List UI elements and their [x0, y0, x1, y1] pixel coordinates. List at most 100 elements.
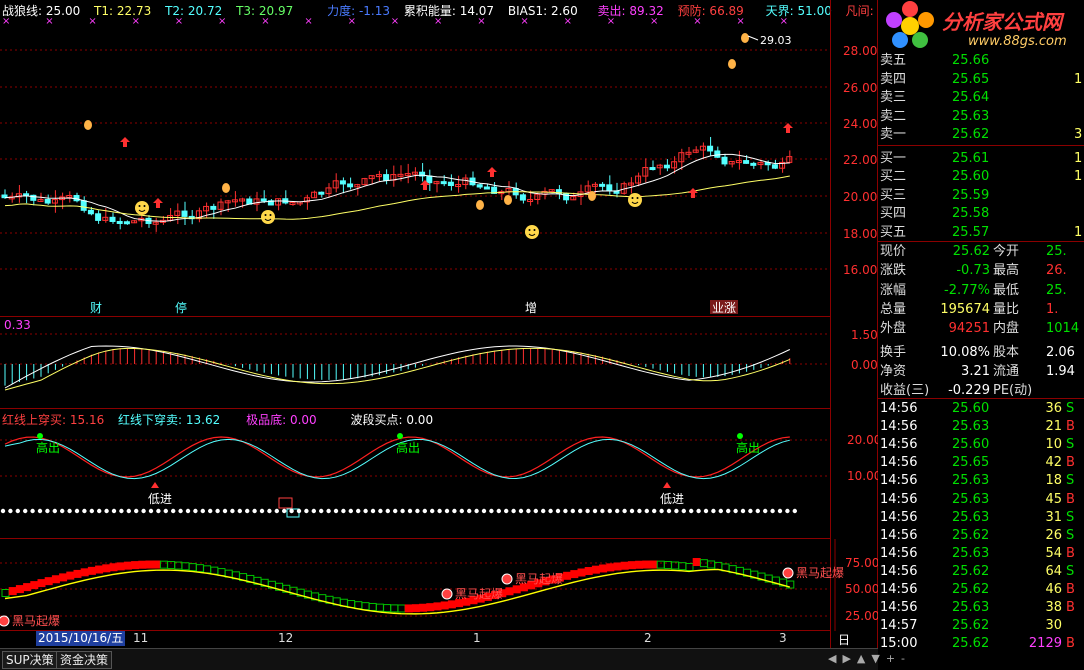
quote-divider [878, 241, 1084, 242]
bottom-box [278, 497, 293, 509]
tick-side: B [1066, 491, 1075, 507]
month-11: 11 [133, 631, 149, 645]
hand-icon [588, 191, 596, 201]
top-marker-icon: × [132, 16, 140, 27]
low-label: 低进 [148, 492, 172, 506]
momo-block [678, 562, 687, 571]
candle [663, 164, 670, 169]
buy-arrow-icon [783, 123, 793, 133]
candle [440, 181, 447, 185]
order-label: 卖三 [880, 90, 907, 105]
baseline-dot [452, 508, 457, 514]
hand-icon [728, 59, 736, 69]
order-book-row[interactable]: 卖二 25.63 [878, 108, 1084, 126]
baseline-dot [311, 508, 316, 514]
tab-funds[interactable]: 资金决策 [56, 651, 113, 669]
baseline-dot [711, 508, 716, 514]
top-marker-icon: × [434, 16, 442, 27]
tick-volume: 26 [1045, 527, 1062, 543]
low-arrow-icon [663, 482, 671, 488]
baseline-dot [422, 508, 427, 514]
tick-time: 14:56 [880, 437, 918, 453]
momo-block [181, 562, 190, 571]
order-volume: 1 [1074, 224, 1083, 240]
smiley-icon [525, 225, 539, 239]
momo-block [656, 560, 665, 569]
tick-time: 14:56 [880, 473, 918, 489]
baseline-dot [629, 508, 635, 514]
baseline-dot [319, 508, 324, 514]
macd-axis-label: 1.50 [851, 328, 878, 342]
macd-panel[interactable]: 1.50 0.00 [0, 317, 878, 409]
tick-volume: 54 [1045, 545, 1062, 561]
candle [383, 174, 390, 181]
event-mark-label: 财 [90, 301, 102, 315]
top-marker-icon: × [607, 16, 615, 27]
baseline-dot [726, 508, 731, 514]
tick-time: 14:56 [880, 527, 918, 543]
quote-value: 25.62 [952, 244, 990, 259]
buy-arrow-icon [120, 137, 130, 147]
event-mark[interactable]: 业涨 [710, 300, 738, 315]
peak-pointer [747, 35, 759, 41]
high-dot-icon [737, 433, 743, 439]
baseline-dot [348, 508, 353, 514]
high-dot-icon [37, 433, 43, 439]
tick-row: 14:56 25.63 21 B [878, 418, 1084, 436]
baseline-dot [689, 508, 694, 514]
baseline-dot [97, 508, 102, 514]
top-marker-icon: × [304, 16, 312, 27]
order-book-row[interactable]: 买四 25.58 [878, 205, 1084, 223]
order-book-row[interactable]: 卖三 25.64 [878, 89, 1084, 107]
order-book-row[interactable]: 卖一 25.62 3 [878, 126, 1084, 144]
momo-block [152, 560, 161, 569]
baseline-dot [0, 508, 6, 514]
macd-diff-line [4, 345, 791, 389]
baseline-dot [652, 508, 657, 514]
baseline-dot [755, 508, 760, 514]
event-mark[interactable]: 财 [88, 300, 103, 315]
hand-icon [476, 200, 484, 210]
tick-row: 14:56 25.60 10 S [878, 436, 1084, 454]
order-book-row[interactable]: 买三 25.59 [878, 187, 1084, 205]
baseline-dot [185, 508, 191, 514]
event-mark[interactable]: 增 [523, 300, 538, 315]
baseline-dot [777, 508, 783, 514]
tick-price: 25.63 [952, 545, 990, 561]
tick-price: 25.63 [952, 491, 990, 507]
high-label: 高出 [396, 440, 420, 455]
tick-volume: 38 [1045, 600, 1062, 616]
momo-block [23, 583, 32, 592]
baseline-dot [193, 508, 198, 514]
tick-price: 25.63 [952, 600, 990, 616]
top-marker-icon: × [348, 16, 356, 27]
tick-side: B [1066, 545, 1075, 561]
event-mark[interactable]: 停 [173, 300, 188, 315]
baseline-dot [703, 508, 709, 514]
tab-sup[interactable]: SUP决策 [2, 651, 58, 669]
top-marker-icon: × [564, 16, 572, 27]
order-label: 卖五 [880, 53, 907, 68]
baseline-dot [245, 508, 250, 514]
order-price: 25.63 [952, 108, 990, 124]
order-book-row[interactable]: 卖五 25.66 [878, 52, 1084, 70]
price-axis-label: 22.00 [843, 153, 877, 167]
tick-volume: 46 [1045, 582, 1062, 597]
order-book-row[interactable]: 卖四 25.65 1 [878, 71, 1084, 89]
baseline-dot [696, 508, 701, 514]
main-chart[interactable]: 28.00 26.00 24.00 22.00 20.00 18.00 16.00 × × × × ×… [0, 0, 878, 317]
order-book-divider [878, 145, 1084, 146]
tick-volume: 64 [1045, 563, 1062, 579]
momo-block [1, 589, 10, 598]
order-book-row[interactable]: 买五 25.57 1 [878, 224, 1084, 242]
baseline-dot [156, 508, 161, 514]
baseline-dot [400, 508, 405, 514]
momo-block [131, 561, 140, 570]
tick-list[interactable]: 14:56 25.60 36 S 14:56 25.63 21 B 14:56 25… [878, 400, 1084, 662]
order-book-row[interactable]: 买一 25.61 1 [878, 150, 1084, 168]
quote-value-2: 1.94 [1046, 363, 1075, 379]
kdj-panel[interactable]: 20.00 10.00 高出 高出 高出低进 低进 [0, 409, 878, 539]
order-book-row[interactable]: 买二 25.60 1 [878, 168, 1084, 186]
momentum-panel[interactable]: 75.0050.0025.00黑马起爆黑马起爆黑马起爆 黑马起爆 [0, 539, 878, 631]
top-marker-icon: × [780, 16, 788, 27]
